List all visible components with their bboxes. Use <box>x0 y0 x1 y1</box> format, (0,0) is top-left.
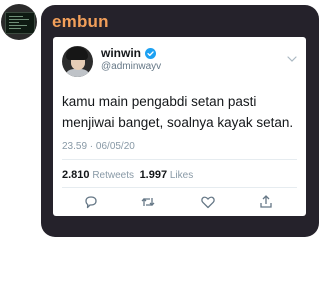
divider <box>62 159 297 160</box>
tweet-card[interactable]: winwin @adminwayv kamu main pengabdi set… <box>53 37 306 216</box>
tweet-author-name-row[interactable]: winwin <box>101 46 156 60</box>
retweets-label[interactable]: Retweets <box>92 170 134 181</box>
like-icon[interactable] <box>200 194 216 210</box>
tweet-text: kamu main pengabdi setan pasti menjiwai … <box>62 91 302 133</box>
computer-screen-avatar-icon <box>5 12 35 34</box>
retweets-count[interactable]: 2.810 <box>62 169 90 181</box>
likes-label[interactable]: Likes <box>170 170 193 181</box>
verified-badge-icon <box>145 47 156 59</box>
tweet-text-line: menjiwai banget, soalnya kayak setan. <box>62 115 294 130</box>
divider <box>62 187 297 188</box>
tweet-author-handle[interactable]: @adminwayv <box>101 61 161 72</box>
share-icon[interactable] <box>258 194 274 210</box>
tweet-timestamp[interactable]: 23.59 · 06/05/20 <box>62 141 135 152</box>
chevron-down-icon[interactable] <box>287 55 297 63</box>
tweet-stats: 2.810 Retweets 1.997 Likes <box>62 169 193 181</box>
tweet-author-name: winwin <box>101 46 141 60</box>
sender-name[interactable]: embun <box>52 12 109 32</box>
tweet-author-avatar[interactable] <box>62 46 93 77</box>
retweet-icon[interactable] <box>140 194 156 210</box>
reply-icon[interactable] <box>83 194 99 210</box>
tweet-text-line: kamu main pengabdi setan pasti <box>62 94 257 109</box>
sender-avatar[interactable] <box>1 4 37 40</box>
likes-count[interactable]: 1.997 <box>140 169 168 181</box>
